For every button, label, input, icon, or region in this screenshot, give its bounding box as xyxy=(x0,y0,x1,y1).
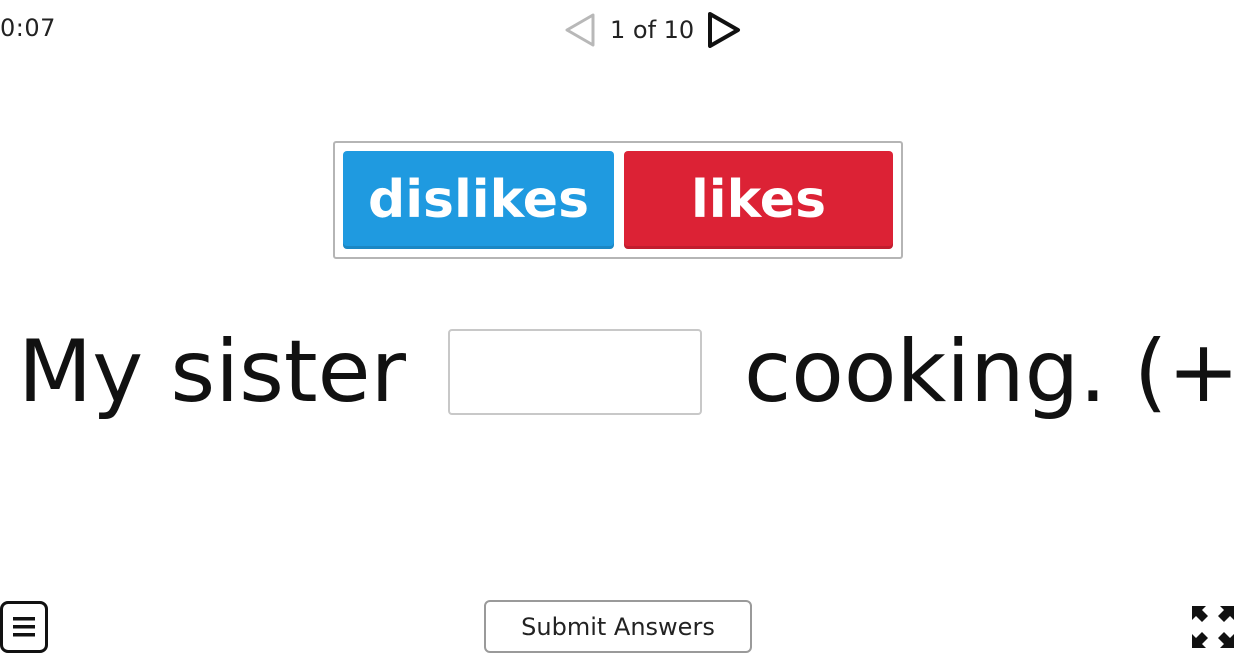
next-button[interactable] xyxy=(704,8,744,52)
previous-button[interactable] xyxy=(560,8,600,52)
hamburger-menu-icon xyxy=(13,617,35,637)
word-tile-likes[interactable]: likes xyxy=(624,151,893,249)
chevron-left-outline-icon xyxy=(565,13,595,47)
activity-stage: 0:07 1 of 10 dislikes likes My sister co… xyxy=(0,0,1240,653)
chevron-right-outline-icon xyxy=(708,12,741,48)
submit-answers-button[interactable]: Submit Answers xyxy=(484,600,752,653)
word-tile-dislikes[interactable]: dislikes xyxy=(343,151,614,249)
question-pager: 1 of 10 xyxy=(560,8,744,52)
question-counter: 1 of 10 xyxy=(610,16,695,44)
fullscreen-icon xyxy=(1192,606,1234,648)
answer-drop-zone[interactable] xyxy=(447,329,702,415)
fullscreen-button[interactable] xyxy=(1188,602,1238,652)
timer: 0:07 xyxy=(0,14,56,42)
word-bank: dislikes likes xyxy=(333,141,903,259)
menu-button[interactable] xyxy=(0,601,48,653)
question-sentence: My sister cooking. (+) xyxy=(18,322,1240,422)
sentence-start: My sister xyxy=(18,322,406,422)
sentence-end: cooking. (+) xyxy=(743,322,1240,422)
